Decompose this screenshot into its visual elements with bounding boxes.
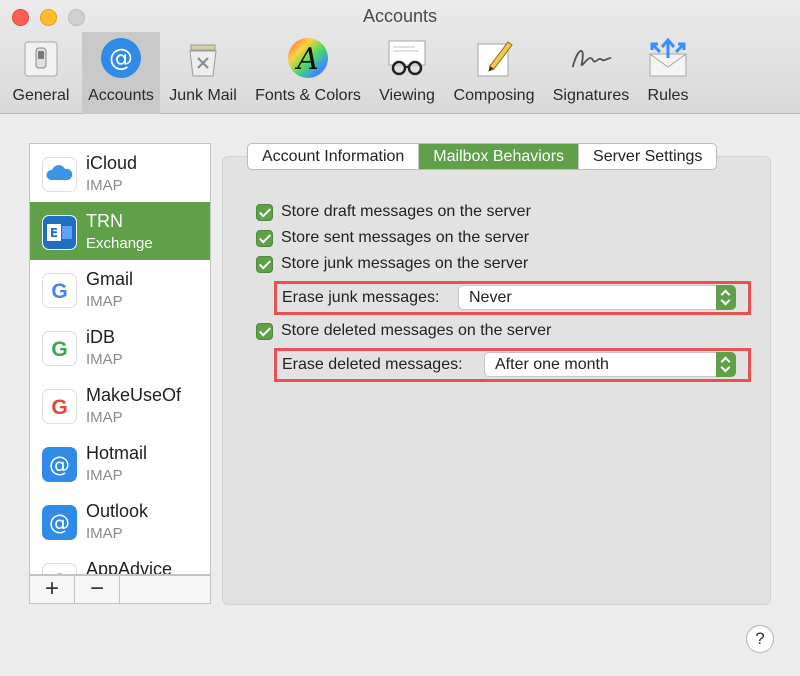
toolbar-accounts[interactable]: @ Accounts: [82, 32, 160, 114]
account-name: Hotmail: [86, 443, 148, 463]
toolbar-fonts-colors[interactable]: A Fonts & Colors: [246, 32, 370, 114]
toolbar-label: General: [12, 87, 70, 104]
accounts-list-footer: + −: [29, 575, 211, 604]
signature-icon: [569, 36, 613, 80]
erase-deleted-value: After one month: [495, 356, 609, 373]
toolbar-label: Fonts & Colors: [255, 87, 361, 104]
toolbar-label: Accounts: [88, 87, 154, 104]
toolbar-label: Composing: [453, 87, 535, 104]
store-drafts-option[interactable]: Store draft messages on the server: [256, 201, 531, 223]
tab-account-information[interactable]: Account Information: [248, 144, 420, 169]
account-item-appadvice[interactable]: G AppAdvice: [30, 550, 210, 575]
store-deleted-label: Store deleted messages on the server: [281, 322, 552, 339]
toolbar-junk-mail[interactable]: Junk Mail: [160, 32, 246, 114]
account-item-idb[interactable]: G iDB IMAP: [30, 318, 210, 376]
account-item-trn[interactable]: E TRN Exchange: [30, 202, 210, 260]
accounts-list[interactable]: iCloud IMAP E TRN Exchange G Gmail IMAP: [29, 143, 211, 575]
store-sent-checkbox[interactable]: [256, 229, 273, 247]
account-item-outlook[interactable]: @ Outlook IMAP: [30, 492, 210, 550]
svg-text:A: A: [294, 42, 319, 77]
account-item-hotmail[interactable]: @ Hotmail IMAP: [30, 434, 210, 492]
junk-bin-icon: [181, 36, 225, 80]
tab-server-settings[interactable]: Server Settings: [579, 144, 716, 169]
at-sign-icon: @: [99, 36, 143, 80]
window-title: Accounts: [362, 6, 438, 26]
google-icon: G: [42, 273, 77, 308]
erase-deleted-select[interactable]: After one month: [484, 352, 736, 377]
erase-junk-label: Erase junk messages:: [282, 289, 440, 306]
account-type: IMAP: [86, 177, 123, 194]
erase-deleted-label: Erase deleted messages:: [282, 356, 463, 373]
account-item-makeuseof[interactable]: G MakeUseOf IMAP: [30, 376, 210, 434]
accounts-window: Accounts General @ Accounts Junk Mail A …: [0, 0, 800, 676]
general-switch-icon: [19, 36, 63, 80]
account-type: IMAP: [86, 409, 123, 426]
svg-text:@: @: [49, 453, 70, 477]
account-type: IMAP: [86, 293, 123, 310]
tab-mailbox-behaviors[interactable]: Mailbox Behaviors: [419, 144, 580, 169]
toolbar-general[interactable]: General: [0, 32, 82, 114]
account-name: Gmail: [86, 269, 134, 289]
titlebar: Accounts General @ Accounts Junk Mail A …: [0, 0, 800, 114]
erase-junk-value: Never: [469, 289, 512, 306]
store-deleted-option[interactable]: Store deleted messages on the server: [256, 320, 551, 342]
account-item-gmail[interactable]: G Gmail IMAP: [30, 260, 210, 318]
google-icon: G: [42, 389, 77, 424]
chevron-updown-icon: [716, 352, 736, 377]
exchange-icon: E: [42, 215, 77, 250]
store-sent-option[interactable]: Store sent messages on the server: [256, 227, 529, 249]
add-account-button[interactable]: +: [30, 576, 75, 603]
preferences-toolbar: General @ Accounts Junk Mail A Fonts & C…: [0, 32, 698, 114]
svg-text:G: G: [51, 338, 67, 361]
toolbar-label: Signatures: [552, 87, 630, 104]
store-drafts-label: Store draft messages on the server: [281, 203, 531, 220]
at-sign-icon: @: [42, 505, 77, 540]
store-junk-label: Store junk messages on the server: [281, 255, 529, 272]
account-name: iDB: [86, 327, 116, 347]
store-junk-checkbox[interactable]: [256, 255, 273, 273]
store-deleted-checkbox[interactable]: [256, 322, 273, 340]
account-tabs: Account Information Mailbox Behaviors Se…: [247, 143, 718, 170]
help-button[interactable]: ?: [746, 625, 774, 653]
store-junk-option[interactable]: Store junk messages on the server: [256, 253, 528, 275]
svg-text:G: G: [51, 280, 67, 303]
glasses-icon: [385, 36, 429, 80]
remove-account-button[interactable]: −: [75, 576, 120, 603]
toolbar-signatures[interactable]: Signatures: [544, 32, 638, 114]
account-item-icloud[interactable]: iCloud IMAP: [30, 144, 210, 202]
toolbar-rules[interactable]: Rules: [638, 32, 698, 114]
account-name: iCloud: [86, 153, 138, 173]
font-color-wheel-icon: A: [286, 36, 330, 80]
account-name: TRN: [86, 211, 123, 231]
toolbar-viewing[interactable]: Viewing: [370, 32, 444, 114]
account-name: AppAdvice: [86, 559, 173, 575]
svg-text:G: G: [51, 396, 67, 419]
toolbar-label: Viewing: [379, 87, 435, 104]
svg-text:@: @: [109, 44, 133, 72]
google-icon: G: [42, 563, 77, 574]
chevron-updown-icon: [716, 285, 736, 310]
pencil-paper-icon: [472, 36, 516, 80]
rules-envelope-icon: [646, 36, 690, 80]
svg-text:@: @: [49, 511, 70, 535]
account-type: Exchange: [86, 235, 153, 252]
at-sign-icon: @: [42, 447, 77, 482]
svg-text:E: E: [50, 226, 58, 240]
store-drafts-checkbox[interactable]: [256, 203, 273, 221]
toolbar-composing[interactable]: Composing: [444, 32, 544, 114]
account-type: IMAP: [86, 351, 123, 368]
account-type: IMAP: [86, 467, 123, 484]
toolbar-label: Junk Mail: [169, 87, 237, 104]
account-type: IMAP: [86, 525, 123, 542]
store-sent-label: Store sent messages on the server: [281, 229, 530, 246]
icloud-icon: [42, 157, 77, 192]
erase-junk-select[interactable]: Never: [458, 285, 736, 310]
account-name: Outlook: [86, 501, 149, 521]
account-name: MakeUseOf: [86, 385, 182, 405]
google-icon: G: [42, 331, 77, 366]
toolbar-label: Rules: [647, 87, 689, 104]
